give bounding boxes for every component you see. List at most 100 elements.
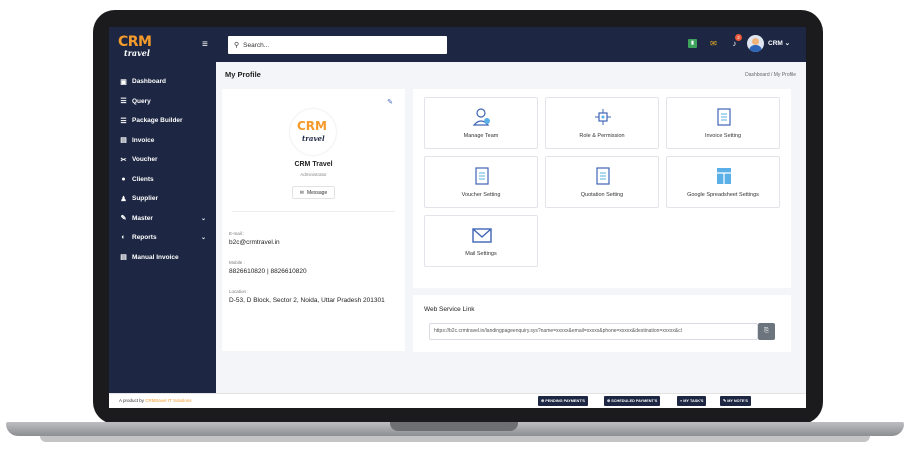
sidebar: CRM travel ≡ ▣ Dashboard ☰ Query ☰ Package …	[109, 27, 216, 408]
chat-icon[interactable]: ✉	[709, 39, 718, 48]
sidebar-item-label: Manual Invoice	[132, 253, 179, 261]
network-icon	[595, 109, 611, 125]
sidebar-item-label: Dashboard	[132, 78, 166, 86]
document-icon	[596, 167, 610, 185]
logo-text: CRM	[297, 119, 327, 133]
sidebar-item-dashboard[interactable]: ▣ Dashboard	[109, 72, 216, 92]
sidebar-item-label: Supplier	[132, 195, 159, 203]
sidebar-item-label: Package Builder	[132, 117, 183, 125]
app-screen: CRM travel ≡ ▣ Dashboard ☰ Query ☰ Package …	[109, 27, 806, 408]
chart-icon: ◐	[121, 234, 126, 242]
sidebar-item-manual-invoice[interactable]: ▤ Manual Invoice	[109, 248, 216, 268]
receipt-icon: ▤	[120, 254, 127, 262]
sidebar-item-label: Master	[132, 214, 153, 222]
topbar: ⚲ ▮ ✉ ♪ 2 CRM ⌄	[216, 27, 806, 62]
list-icon: ☰	[120, 98, 127, 106]
avatar[interactable]	[747, 35, 764, 52]
tile-invoice-setting[interactable]: Invoice Setting	[666, 97, 780, 149]
tile-label: Invoice Setting	[704, 133, 742, 139]
tile-label: Quotation Setting	[580, 192, 624, 198]
my-tasks-button[interactable]: ≡ MY TASK'S	[677, 396, 707, 406]
tile-manage-team[interactable]: Manage Team	[424, 97, 538, 149]
copy-icon[interactable]: ⎘	[758, 323, 775, 340]
tile-voucher-setting[interactable]: Voucher Setting	[424, 156, 538, 208]
team-icon	[472, 108, 490, 126]
user-menu[interactable]: CRM ⌄	[768, 39, 790, 47]
list-icon: ☰	[120, 117, 127, 125]
logo-subtext: travel	[302, 134, 325, 143]
web-service-url-field[interactable]: https://b2c.crmtravel.in/landingpageenqu…	[429, 323, 758, 340]
profile-card: ✎ CRM travel CRM Travel Administrator ✉ …	[222, 89, 405, 351]
sidebar-item-query[interactable]: ☰ Query	[109, 92, 216, 112]
scheduled-payments-button[interactable]: ⊕ SCHEDULED PAYMENT'S	[604, 396, 661, 406]
email-label: E-mail :	[229, 231, 245, 236]
tile-label: Role & Permission	[579, 133, 625, 139]
tile-google-spreadsheet-settings[interactable]: Google Spreadsheet Settings	[666, 156, 780, 208]
wrench-icon: ✎	[120, 215, 127, 223]
tile-mail-settings[interactable]: Mail Settings	[424, 215, 538, 267]
app-logo[interactable]: CRM travel	[118, 33, 162, 61]
sidebar-item-label: Query	[132, 97, 151, 105]
profile-name: CRM Travel	[294, 161, 333, 168]
search-box: ⚲	[228, 36, 447, 54]
company-logo: CRM travel	[290, 109, 336, 155]
laptop-notch	[390, 422, 518, 431]
users-icon: ♟	[120, 195, 127, 203]
notification-badge: 2	[735, 34, 742, 41]
sidebar-item-voucher[interactable]: ✂ Voucher	[109, 150, 216, 170]
settings-panel: Manage Team Role & Permission Invoice Se…	[413, 89, 791, 288]
profile-role: Administrator	[300, 172, 327, 177]
search-input[interactable]	[243, 41, 434, 49]
my-notes-button[interactable]: ✎ MY NOTE'S	[720, 396, 751, 406]
sidebar-item-label: Invoice	[132, 136, 155, 144]
sidebar-item-invoice[interactable]: ▤ Invoice	[109, 131, 216, 151]
laptop-shadow	[40, 436, 870, 442]
menu-toggle-icon[interactable]: ≡	[202, 39, 208, 50]
sidebar-item-label: Clients	[132, 175, 154, 183]
web-service-panel: Web Service Link https://b2c.crmtravel.i…	[413, 295, 791, 352]
edit-icon[interactable]: ✎	[387, 98, 393, 106]
tile-label: Mail Settings	[465, 251, 497, 257]
tile-quotation-setting[interactable]: Quotation Setting	[545, 156, 659, 208]
calendar-shortcut-icon[interactable]: ▮	[688, 39, 697, 48]
message-button[interactable]: ✉ Message	[292, 186, 335, 199]
sidebar-item-label: Reports	[132, 234, 157, 242]
location-value: D-53, D Block, Sector 2, Noida, Uttar Pr…	[229, 297, 385, 304]
chevron-down-icon: ⌄	[200, 235, 206, 242]
divider	[232, 211, 395, 212]
page-title: My Profile	[225, 70, 261, 79]
ticket-icon: ✂	[120, 156, 127, 164]
sidebar-item-label: Voucher	[132, 156, 158, 164]
mobile-label: Mobile :	[229, 260, 245, 265]
sidebar-item-supplier[interactable]: ♟ Supplier	[109, 189, 216, 209]
footer-credit: A product by CRMtravel IT Solutions	[119, 398, 191, 403]
sidebar-item-reports[interactable]: ◐ Reports ⌄	[109, 228, 216, 248]
email-value: b2c@crmtravel.in	[229, 239, 280, 246]
mobile-value: 8826610820 | 8826610820	[229, 268, 307, 275]
spreadsheet-icon	[717, 168, 731, 184]
user-icon: ●	[121, 175, 126, 183]
sidebar-item-master[interactable]: ✎ Master ⌄	[109, 209, 216, 229]
tile-label: Google Spreadsheet Settings	[687, 192, 759, 198]
message-button-label: Message	[306, 189, 328, 196]
sidebar-item-package-builder[interactable]: ☰ Package Builder	[109, 111, 216, 131]
location-label: Location :	[229, 289, 249, 294]
document-icon	[717, 108, 731, 126]
footer-brand[interactable]: CRMtravel IT Solutions	[145, 398, 191, 403]
tile-label: Manage Team	[463, 133, 499, 139]
tile-role-permission[interactable]: Role & Permission	[545, 97, 659, 149]
envelope-icon: ✉	[299, 189, 304, 196]
footer-prefix: A product by	[119, 398, 146, 403]
calendar-icon: ▣	[120, 78, 127, 86]
footer: A product by CRMtravel IT Solutions ⊕ PE…	[109, 393, 806, 408]
document-icon	[475, 167, 489, 185]
breadcrumb[interactable]: Dashboard / My Profile	[745, 72, 796, 78]
receipt-icon: ▤	[120, 137, 127, 145]
chevron-down-icon: ⌄	[200, 215, 206, 222]
sidebar-nav: ▣ Dashboard ☰ Query ☰ Package Builder ▤ Invo…	[109, 72, 216, 267]
sidebar-item-clients[interactable]: ● Clients	[109, 170, 216, 190]
search-icon: ⚲	[234, 42, 240, 49]
logo-subtext: travel	[124, 48, 150, 58]
pending-payments-button[interactable]: ⊕ PENDING PAYMENT'S	[538, 396, 588, 406]
web-service-title: Web Service Link	[424, 306, 475, 313]
